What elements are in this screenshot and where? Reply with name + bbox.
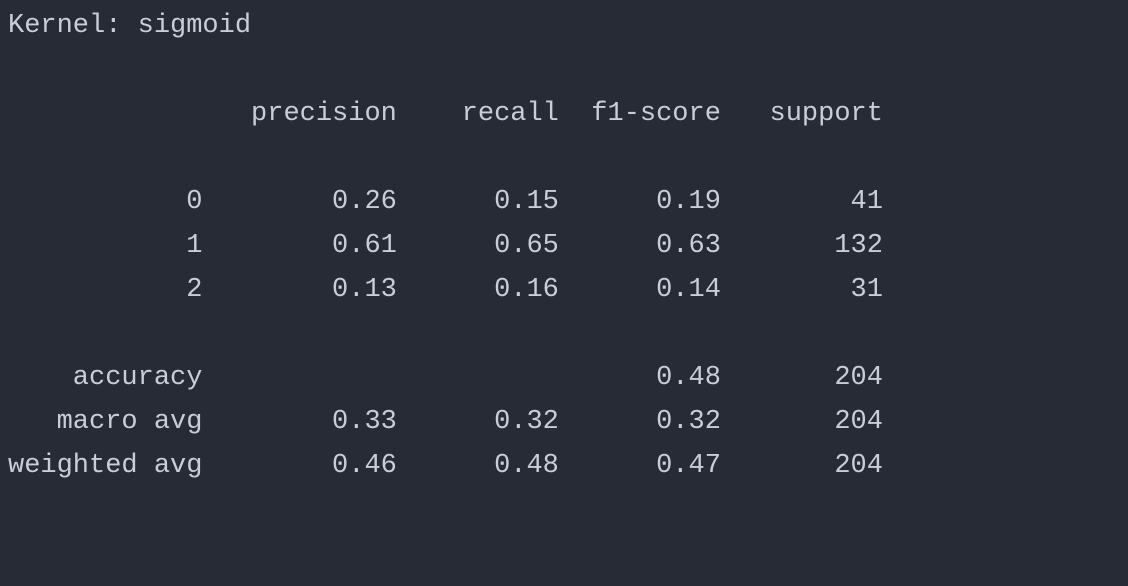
- report-output: Kernel: sigmoid precision recall f1-scor…: [0, 0, 1128, 488]
- classification-report: Kernel: sigmoid precision recall f1-scor…: [8, 4, 1128, 488]
